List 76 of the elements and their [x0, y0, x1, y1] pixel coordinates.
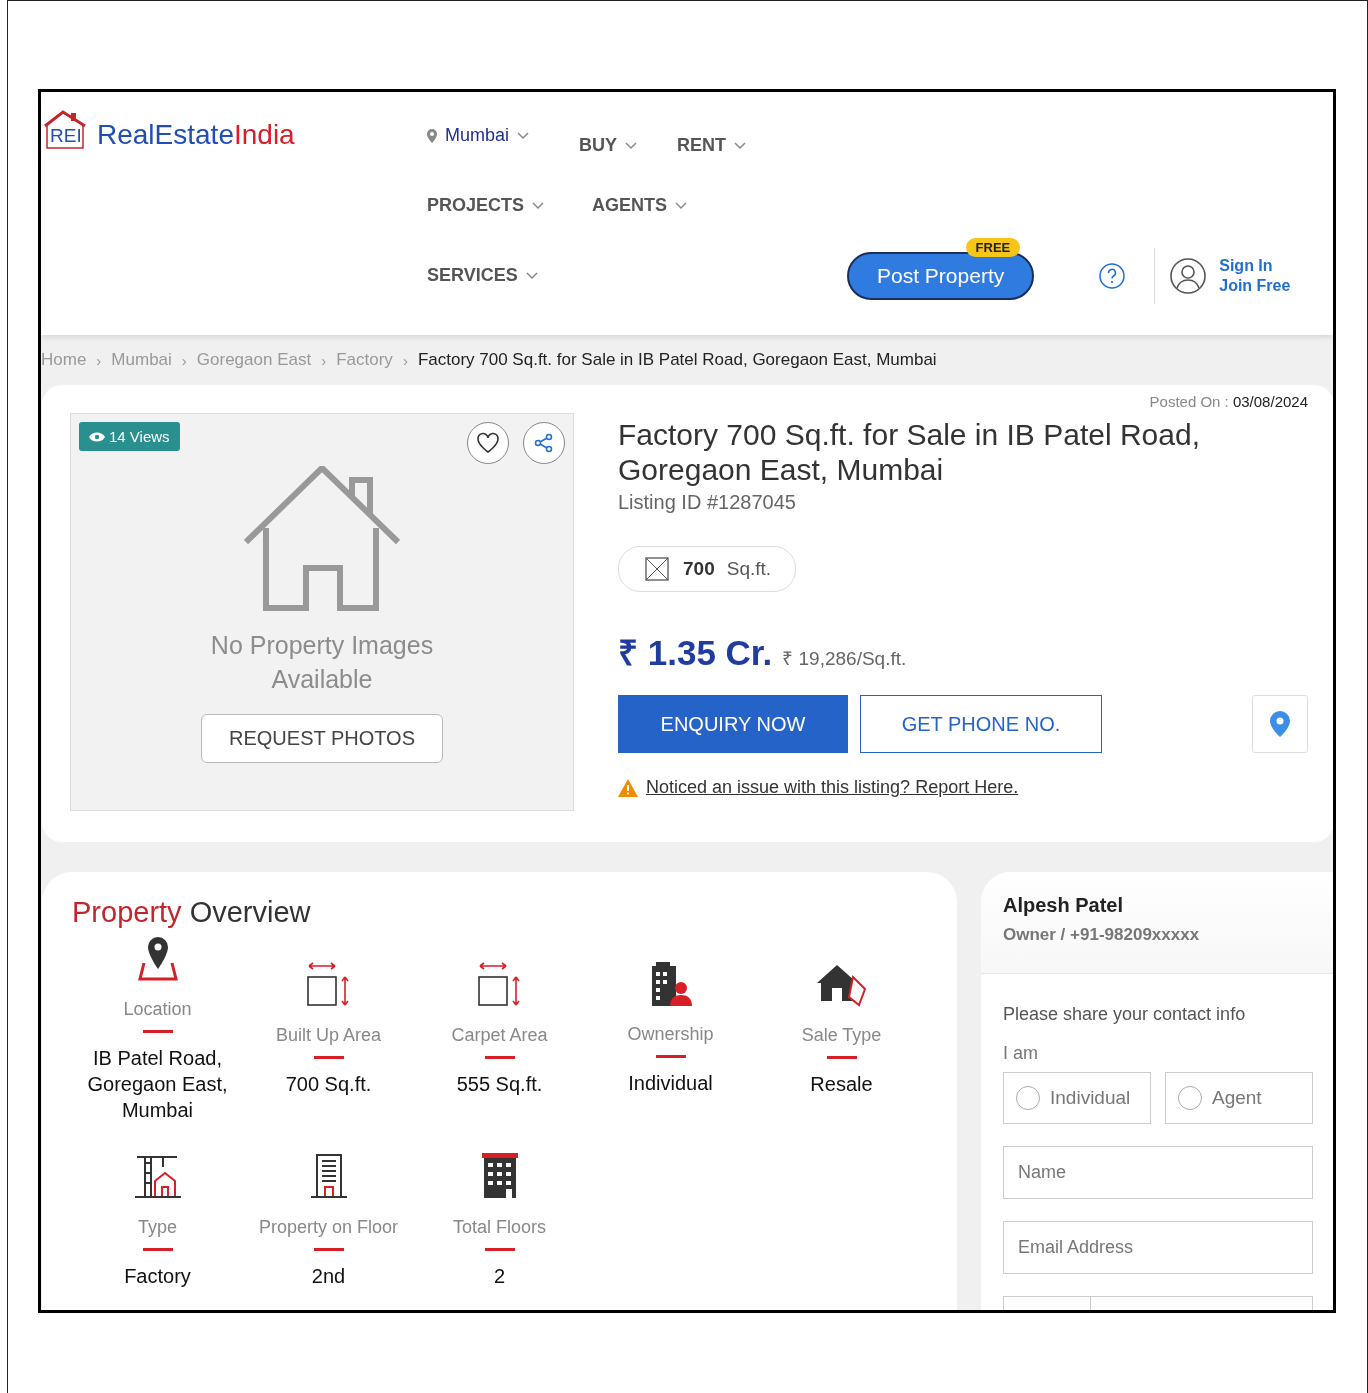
city-selector[interactable]: Mumbai — [427, 125, 530, 146]
enquiry-button[interactable]: ENQUIRY NOW — [618, 695, 848, 753]
nav-menu-item[interactable]: SERVICES — [427, 265, 538, 286]
views-badge: 14 Views — [79, 422, 180, 451]
role-radio[interactable]: Agent — [1165, 1072, 1313, 1124]
form-prompt: Please share your contact info — [1003, 1004, 1247, 1025]
report-issue-link[interactable]: Noticed an issue with this listing? Report Here. — [646, 777, 1019, 798]
map-pin-icon — [137, 935, 178, 981]
nav-menu-item[interactable]: PROJECTS — [427, 195, 545, 216]
chevron-icon — [625, 141, 638, 150]
overview-label: Carpet Area — [451, 1025, 548, 1046]
logo-text[interactable]: RealEstateIndia — [97, 110, 295, 151]
nav-menu-item[interactable]: AGENTS — [592, 195, 688, 216]
overview-label: Ownership — [627, 1024, 714, 1045]
free-badge: FREE — [965, 238, 1021, 257]
share-button[interactable] — [523, 422, 565, 464]
chevron-icon — [532, 201, 545, 210]
chevron-icon — [734, 141, 747, 150]
overview-label: Location — [123, 999, 192, 1020]
overview-label: Sale Type — [801, 1025, 882, 1046]
overview-label: Property on Floor — [258, 1217, 399, 1238]
listing-id: Listing ID #1287045 — [618, 491, 797, 514]
heart-icon — [476, 432, 500, 454]
overview-value: Resale — [809, 1072, 874, 1097]
overview-value: 2 — [492, 1264, 507, 1289]
no-images-message: No Property Images Available — [209, 630, 435, 695]
input-field[interactable]: Email Address — [1003, 1221, 1313, 1274]
get-phone-button[interactable]: GET PHONE NO. — [860, 695, 1102, 753]
breadcrumb-separator: › — [181, 351, 187, 369]
sign-in-link[interactable]: Sign In — [1219, 256, 1291, 276]
listing-title: Factory 700 Sq.ft. for Sale in IB Patel Road, Goregaon East, Mumbai — [618, 417, 1201, 487]
breadcrumb-separator: › — [402, 351, 408, 369]
overview-value: 2nd — [310, 1264, 347, 1289]
overview-label: Built Up Area — [275, 1025, 382, 1046]
map-location-button[interactable] — [1252, 695, 1308, 753]
warning-icon — [618, 778, 638, 797]
overview-value: IB Patel Road, Goregaon East, Mumbai — [86, 1046, 229, 1123]
posted-date: Posted On : 03/08/2024 — [1149, 393, 1308, 410]
overview-value: 700 Sq.ft. — [284, 1072, 373, 1097]
overview-label: Total Floors — [452, 1217, 546, 1238]
role-label: I am — [1003, 1043, 1039, 1064]
post-property-button[interactable]: Post Property — [847, 252, 1035, 300]
breadcrumb-separator: › — [96, 351, 102, 369]
crane-house-icon — [134, 1153, 181, 1199]
favorite-button[interactable] — [467, 422, 509, 464]
price-per-sqft: ₹ 19,286/Sq.ft. — [782, 647, 907, 671]
nav-menu-item[interactable]: BUY — [579, 135, 638, 156]
overview-value: Individual — [627, 1071, 714, 1096]
breadcrumb-item: Factory 700 Sq.ft. for Sale in IB Patel Road, Goregaon East, Mumbai — [417, 350, 937, 370]
overview-value: Factory — [123, 1264, 192, 1289]
breadcrumb-separator: › — [321, 351, 327, 369]
user-icon[interactable] — [1169, 257, 1208, 295]
share-icon — [534, 433, 554, 453]
input-field[interactable]: Name — [1003, 1146, 1313, 1199]
house-icon — [244, 466, 400, 612]
area-icon — [643, 555, 671, 583]
chevron-icon — [517, 131, 530, 140]
area-chip: 700 Sq.ft. — [618, 546, 797, 592]
section-title: Property Overview — [72, 896, 312, 929]
map-pin-icon — [427, 128, 437, 143]
owner-phone: Owner / +91-98209xxxxx — [1003, 925, 1201, 945]
chevron-icon — [525, 271, 538, 280]
map-pin-icon — [1270, 711, 1290, 737]
overview-label: Type — [138, 1217, 177, 1238]
chevron-icon — [675, 201, 688, 210]
nav-menu-item[interactable]: RENT — [677, 135, 747, 156]
logo-badge[interactable]: REI — [43, 110, 87, 150]
request-photos-button[interactable]: REQUEST PHOTOS — [201, 714, 443, 763]
owner-name: Alpesh Patel — [1003, 894, 1125, 917]
role-radio[interactable]: Individual — [1003, 1072, 1151, 1124]
join-free-link[interactable]: Join Free — [1219, 276, 1291, 296]
help-icon[interactable] — [1098, 262, 1127, 290]
price: ₹ 1.35 Cr. — [618, 632, 773, 674]
overview-value: 555 Sq.ft. — [455, 1072, 544, 1097]
apartment-block-icon — [479, 1153, 520, 1199]
tower-building-icon — [308, 1153, 349, 1199]
